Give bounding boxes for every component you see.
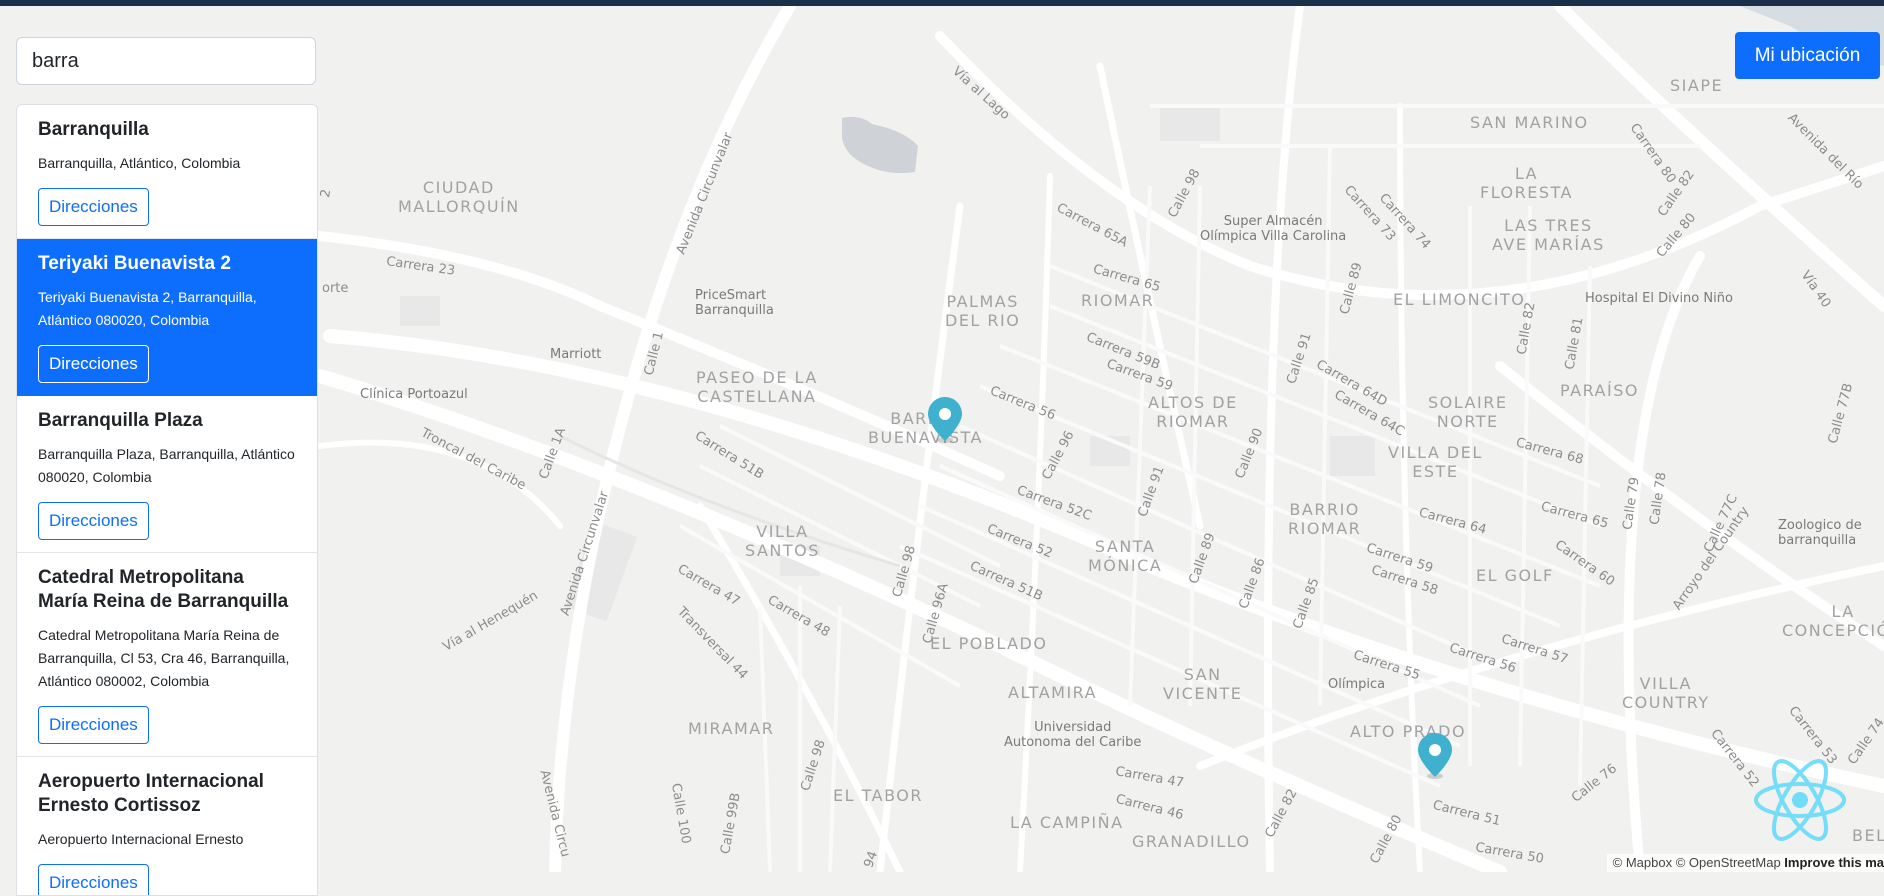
directions-button[interactable]: Direcciones [38, 188, 149, 226]
result-title: Barranquilla [38, 119, 149, 140]
label-san-vicente: SAN VICENTE [1163, 665, 1243, 703]
label-miramar: MIRAMAR [688, 719, 775, 738]
label-paseo-castellana: PASEO DE LA CASTELLANA [696, 368, 818, 406]
poi-universidad: Universidad Autonoma del Caribe [1004, 720, 1142, 750]
label-las-tres-ave-marias: LAS TRES AVE MARÍAS [1492, 216, 1605, 254]
directions-button[interactable]: Direcciones [38, 345, 149, 383]
poi-clinica: Clínica Portoazul [360, 387, 468, 402]
result-item[interactable]: Aeropuerto Internacional Ernesto Cortiss… [17, 757, 317, 895]
label-altamira: ALTAMIRA [1008, 683, 1098, 702]
label-la-campina: LA CAMPIÑA [1010, 813, 1124, 832]
attribution-improve-link[interactable]: Improve this ma [1784, 855, 1884, 870]
label-barrio-riomar: BARRIO RIOMAR [1288, 500, 1362, 538]
map-attribution: © Mapbox © OpenStreetMap Improve this ma [1606, 854, 1884, 872]
label-el-poblado: EL POBLADO [930, 634, 1048, 653]
label-ciudad-mallorquin: CIUDAD MALLORQUÍN [398, 178, 520, 216]
directions-button[interactable]: Direcciones [38, 864, 149, 895]
result-title: Teriyaki Buenavista 2 [38, 253, 231, 274]
result-address: Barranquilla Plaza, Barranquilla, Atlánt… [38, 446, 295, 485]
result-item[interactable]: Barranquilla Plaza Barranquilla Plaza, B… [17, 396, 317, 553]
label-palmas-del-rio: PALMAS DEL RIO [945, 292, 1021, 330]
result-title: Barranquilla Plaza [38, 410, 203, 431]
label-la-floresta: LA FLORESTA [1480, 164, 1573, 202]
result-title: Aeropuerto Internacional Ernesto Cortiss… [38, 771, 264, 816]
result-item-selected[interactable]: Teriyaki Buenavista 2 Teriyaki Buenavist… [17, 239, 317, 396]
search-input[interactable] [16, 37, 316, 85]
result-title: Catedral Metropolitana María Reina de Ba… [38, 567, 289, 612]
directions-button[interactable]: Direcciones [38, 706, 149, 744]
label-paraiso: PARAÍSO [1560, 381, 1639, 400]
poi-zoologico: Zoologico de barranquilla [1778, 518, 1862, 548]
label-villa-country: VILLA COUNTRY [1622, 674, 1710, 712]
label-santa-monica: SANTA MÓNICA [1088, 537, 1163, 575]
result-item[interactable]: Catedral Metropolitana María Reina de Ba… [17, 553, 317, 757]
search-results-list: Barranquilla Barranquilla, Atlántico, Co… [16, 104, 318, 896]
label-villa-del-este: VILLA DEL ESTE [1388, 443, 1483, 481]
map-marker-buenavista[interactable] [928, 397, 962, 443]
poi-hospital: Hospital El Divino Niño [1585, 291, 1733, 306]
label-san-marino: SAN MARINO [1470, 113, 1589, 132]
result-address: Catedral Metropolitana María Reina de Ba… [38, 627, 290, 689]
label-siape: SIAPE [1670, 76, 1724, 95]
result-address: Teriyaki Buenavista 2, Barranquilla, Atl… [38, 289, 257, 328]
label-bel: BEL [1852, 826, 1884, 845]
label-la-concepcion: LA CONCEPCIÓN [1782, 602, 1884, 640]
map-marker-alto-prado[interactable] [1418, 733, 1452, 779]
poi-olimpica: Olímpica [1328, 677, 1386, 692]
poi-super-almacen: Super Almacén Olímpica Villa Carolina [1200, 214, 1347, 244]
result-address: Aeropuerto Internacional Ernesto [38, 831, 244, 847]
result-address: Barranquilla, Atlántico, Colombia [38, 155, 241, 171]
label-barrio-buenavista: BARRIO BUENAVISTA [868, 409, 983, 447]
poi-marriott: Marriott [550, 347, 602, 362]
label-solaire-norte: SOLAIRE NORTE [1428, 393, 1508, 431]
attribution-osm-link[interactable]: © OpenStreetMap [1676, 855, 1781, 870]
label-el-tabor: EL TABOR [833, 786, 923, 805]
label-villa-santos: VILLA SANTOS [745, 522, 820, 560]
street-orte: orte [322, 281, 349, 296]
label-el-golf: EL GOLF [1476, 566, 1554, 585]
label-granadillo: GRANADILLO [1132, 832, 1251, 851]
attribution-mapbox-link[interactable]: © Mapbox [1613, 855, 1672, 870]
poi-pricesmart: PriceSmart Barranquilla [695, 288, 774, 318]
directions-button[interactable]: Direcciones [38, 502, 149, 540]
label-riomar: RIOMAR [1081, 291, 1155, 310]
result-item[interactable]: Barranquilla Barranquilla, Atlántico, Co… [17, 105, 317, 239]
my-location-button[interactable]: Mi ubicación [1735, 32, 1880, 79]
label-altos-riomar: ALTOS DE RIOMAR [1148, 393, 1238, 431]
label-el-limoncito: EL LIMONCITO [1393, 290, 1526, 309]
